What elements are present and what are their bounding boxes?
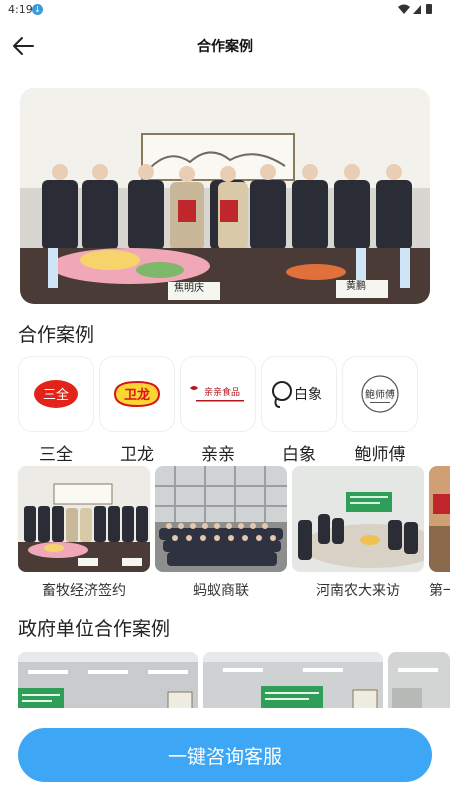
signing-ceremony-image	[20, 88, 430, 304]
case-photo[interactable]	[429, 466, 450, 572]
brand-list: 三全 三全 卫龙 卫龙 亲亲食品 亲亲 白象 白象 鲍师傅 鲍师傅	[18, 356, 450, 466]
status-icons	[396, 3, 436, 18]
case-item[interactable]: 蚂蚁商联	[155, 466, 287, 600]
wifi-signal-battery-icon	[398, 4, 432, 14]
brand-item-baoshifu[interactable]: 鲍师傅 鲍师傅	[342, 356, 418, 465]
gov-partial-image	[388, 652, 450, 712]
content-scroll[interactable]: 焦明庆 黄鹏 合作案例 三全 三全 卫龙 卫龙 亲亲食品 亲亲 白象 白象 鲍师…	[0, 72, 450, 712]
brand-item-qinqin[interactable]: 亲亲食品 亲亲	[180, 356, 256, 465]
hero-nameplate-left: 焦明庆	[174, 283, 204, 294]
weilong-logo-text: 卫龙	[124, 387, 150, 403]
baoshifu-logo-icon: 鲍师傅	[361, 375, 399, 413]
case-photo[interactable]	[155, 466, 287, 572]
baoshifu-logo[interactable]: 鲍师傅	[342, 356, 418, 432]
brand-label: 卫龙	[120, 445, 154, 465]
notification-icon: ↓	[32, 4, 43, 15]
baoshifu-logo-text: 鲍师傅	[365, 388, 395, 401]
henan-agri-univ-visit-image	[292, 466, 424, 572]
case-label: 第一	[429, 583, 450, 599]
brand-label: 亲亲	[201, 445, 235, 465]
gov-case-item[interactable]	[18, 652, 198, 712]
case-item[interactable]: 河南农大来访	[292, 466, 424, 600]
livestock-signing-image	[18, 466, 150, 572]
case-list: 畜牧经济签约 蚂蚁商联 河南农大来访 第	[18, 466, 450, 606]
baixiang-logo-text: 白象	[294, 387, 322, 403]
case-label: 畜牧经济签约	[42, 583, 126, 599]
sanquan-logo-icon: 三全	[34, 380, 78, 408]
case-label: 河南农大来访	[316, 583, 400, 599]
hero-nameplate-right: 黄鹏	[346, 281, 366, 292]
ant-business-alliance-image	[155, 466, 287, 572]
section-title-cases: 合作案例	[18, 324, 95, 346]
status-time: 4:19	[8, 3, 33, 16]
section-title-gov: 政府单位合作案例	[18, 618, 171, 640]
partial-case-image	[429, 466, 450, 572]
case-item[interactable]: 畜牧经济签约	[18, 466, 150, 600]
sanquan-logo[interactable]: 三全	[18, 356, 94, 432]
baixiang-logo[interactable]: 白象	[261, 356, 337, 432]
brand-item-weilong[interactable]: 卫龙 卫龙	[99, 356, 175, 465]
page-title: 合作案例	[197, 39, 253, 55]
gov-case-item[interactable]	[203, 652, 383, 712]
qinqin-logo[interactable]: 亲亲食品	[180, 356, 256, 432]
sanquan-logo-text: 三全	[43, 387, 69, 403]
case-photo[interactable]	[292, 466, 424, 572]
qinqin-logo-icon: 亲亲食品	[190, 386, 244, 402]
case-label: 蚂蚁商联	[193, 583, 249, 599]
gov-meeting-image	[18, 652, 198, 712]
gov-case-item[interactable]	[388, 652, 450, 712]
hero-photo[interactable]	[20, 88, 430, 304]
weilong-logo-icon: 卫龙	[113, 380, 161, 408]
gov-conference-image	[203, 652, 383, 712]
brand-label: 三全	[39, 445, 73, 465]
status-bar: 4:19 ↓	[0, 0, 450, 20]
case-item[interactable]: 第一	[429, 466, 450, 600]
brand-label: 白象	[282, 445, 316, 465]
brand-label: 鲍师傅	[354, 445, 406, 465]
baixiang-logo-icon: 白象	[272, 381, 322, 408]
brand-item-baixiang[interactable]: 白象 白象	[261, 356, 337, 465]
brand-item-sanquan[interactable]: 三全 三全	[18, 356, 94, 465]
weilong-logo[interactable]: 卫龙	[99, 356, 175, 432]
qinqin-logo-text: 亲亲食品	[204, 386, 240, 398]
gov-case-list	[18, 652, 450, 712]
case-photo[interactable]	[18, 466, 150, 572]
nav-bar: 合作案例	[0, 20, 450, 72]
consult-service-button[interactable]: 一键咨询客服	[18, 728, 432, 782]
